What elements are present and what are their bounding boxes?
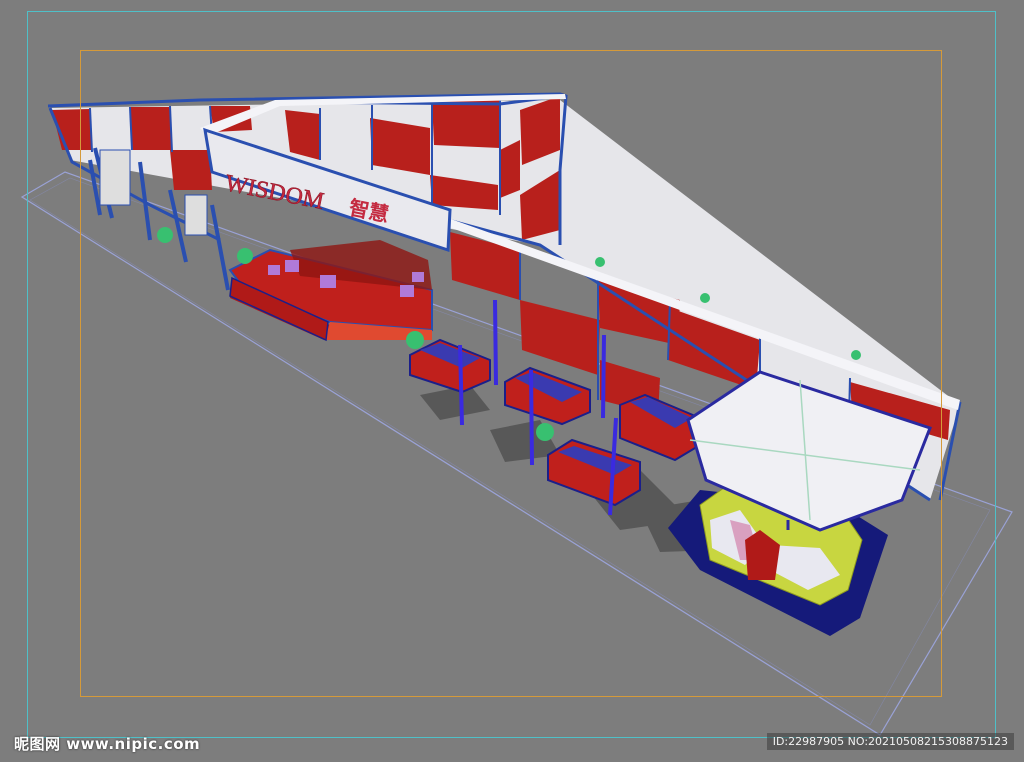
watermark-site: 昵图网 www.nipic.com xyxy=(14,735,201,753)
watermark-id: ID:22987905 NO:20210508215308875123 xyxy=(766,733,1014,750)
3d-viewport[interactable]: WISDOM 智慧 昵图网 www.nipic.com ID:22987905 … xyxy=(0,0,1024,762)
safe-frame-inner xyxy=(80,50,942,697)
